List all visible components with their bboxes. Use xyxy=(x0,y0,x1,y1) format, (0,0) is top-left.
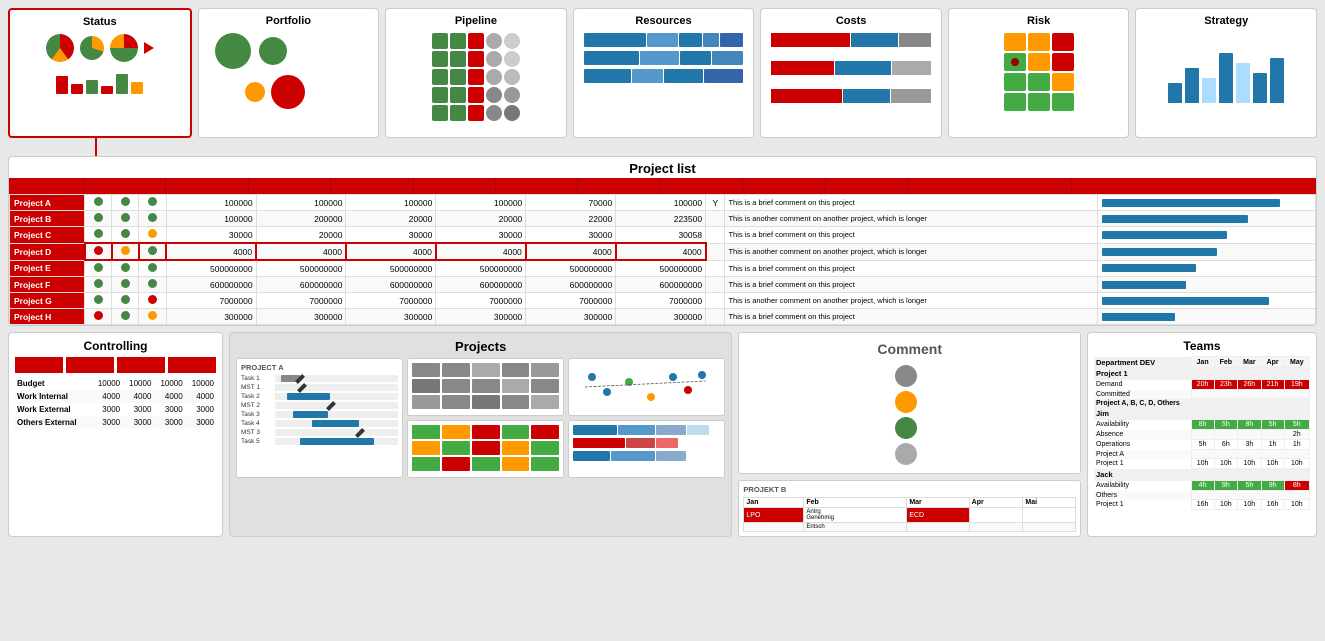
table-row: Project H 300000 300000 300000 300000 30… xyxy=(10,309,1316,325)
table-row: Project E 500000000 500000000 500000000 … xyxy=(10,260,1316,277)
status-bar-2 xyxy=(71,84,83,94)
table-row: Project F 600000000 600000000 600000000 … xyxy=(10,277,1316,293)
status-bar-5 xyxy=(116,74,128,94)
project-a-title: PROJECT A xyxy=(241,363,398,372)
card-risk-title: Risk xyxy=(1027,15,1050,27)
connector-line-vertical xyxy=(95,138,97,156)
ctrl-bar-4 xyxy=(168,357,216,373)
colored-grid-card-1 xyxy=(407,358,564,416)
red-arrow-indicator xyxy=(144,42,154,54)
card-portfolio[interactable]: Portfolio xyxy=(198,8,380,138)
status-bar-6 xyxy=(131,82,143,94)
portfolio-circle-4 xyxy=(271,75,305,109)
table-row: Project A 100000 100000 100000 100000 70… xyxy=(10,195,1316,211)
project-list-header-bar xyxy=(9,178,1316,194)
ctrl-bar-2 xyxy=(66,357,114,373)
projects-center: Projects PROJECT A Task 1 MST 1 xyxy=(229,332,732,537)
controlling-title: Controlling xyxy=(15,339,216,353)
ctrl-bar-3 xyxy=(117,357,165,373)
comment-dot-gray-1 xyxy=(895,365,917,387)
card-risk[interactable]: Risk xyxy=(948,8,1130,138)
card-status[interactable]: Status xyxy=(8,8,192,138)
project-b-mini-card: PROJEKT B Jan Feb Mar Apr Mai LPO AntrgG… xyxy=(738,480,1081,537)
pipeline-visual xyxy=(432,33,520,121)
controlling-card: Controlling Budget 10000 10000 10000 100… xyxy=(8,332,223,537)
project-a-gantt-card: PROJECT A Task 1 MST 1 xyxy=(236,358,403,478)
card-status-title: Status xyxy=(83,16,117,28)
project-list-table: Project A 100000 100000 100000 100000 70… xyxy=(9,194,1316,325)
status-bar-3 xyxy=(86,80,98,94)
comment-title: Comment xyxy=(877,341,942,357)
scatter-card xyxy=(568,358,725,416)
ctrl-bar-1 xyxy=(15,357,63,373)
comment-dot-gray-2 xyxy=(895,443,917,465)
card-resources[interactable]: Resources xyxy=(573,8,755,138)
portfolio-visual xyxy=(205,33,373,109)
table-row: Project C 30000 20000 30000 30000 30000 … xyxy=(10,227,1316,244)
costs-visual xyxy=(767,33,935,103)
portfolio-circle-1 xyxy=(215,33,251,69)
status-bar-4 xyxy=(101,86,113,94)
card-costs[interactable]: Costs xyxy=(760,8,942,138)
project-list-section: Project list Project A 100000 100000 100… xyxy=(8,156,1317,326)
pie-chart-2 xyxy=(80,36,104,60)
teams-table: Department DEV Jan Feb Mar Apr May Proje… xyxy=(1094,356,1310,510)
table-row: Project G 7000000 7000000 7000000 700000… xyxy=(10,293,1316,309)
teams-card: Teams Department DEV Jan Feb Mar Apr May… xyxy=(1087,332,1317,537)
portfolio-circle-2 xyxy=(259,37,287,65)
table-row: Project B 100000 200000 20000 20000 2200… xyxy=(10,211,1316,227)
card-pipeline-title: Pipeline xyxy=(455,15,497,27)
pie-chart-1 xyxy=(46,34,74,62)
status-bar-1 xyxy=(56,76,68,94)
card-strategy-title: Strategy xyxy=(1204,15,1248,27)
portfolio-circle-3 xyxy=(245,82,265,102)
hbar-card xyxy=(568,420,725,478)
status-visual xyxy=(46,34,154,94)
table-row: Project D 4000 4000 4000 4000 4000 4000 … xyxy=(10,243,1316,260)
pie-chart-3 xyxy=(110,34,138,62)
card-resources-title: Resources xyxy=(635,15,691,27)
controlling-table: Budget 10000 10000 10000 10000 Work Inte… xyxy=(15,377,216,429)
comment-dot-yellow xyxy=(895,391,917,413)
bottom-section: Controlling Budget 10000 10000 10000 100… xyxy=(0,332,1325,545)
comment-dot-green xyxy=(895,417,917,439)
strategy-visual xyxy=(1164,33,1288,103)
project-list-title: Project list xyxy=(9,157,1316,178)
projects-title: Projects xyxy=(236,339,725,354)
risk-visual xyxy=(1004,33,1074,111)
teams-title: Teams xyxy=(1094,339,1310,353)
card-strategy[interactable]: Strategy xyxy=(1135,8,1317,138)
comment-card: Comment xyxy=(738,332,1081,474)
card-pipeline[interactable]: Pipeline xyxy=(385,8,567,138)
resources-visual xyxy=(580,33,748,83)
colored-grid-card-2 xyxy=(407,420,564,478)
card-portfolio-title: Portfolio xyxy=(266,15,311,27)
card-costs-title: Costs xyxy=(836,15,867,27)
